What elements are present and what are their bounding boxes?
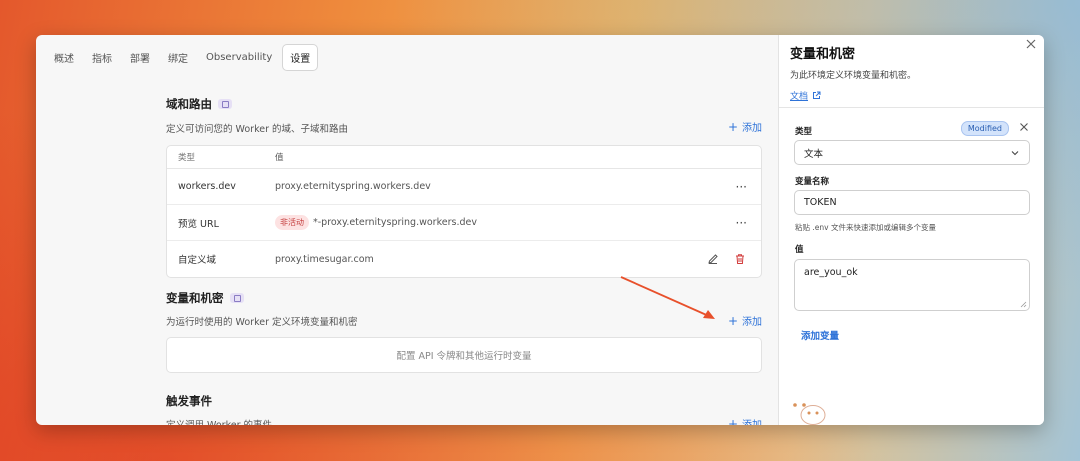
- route-type: 预览 URL: [178, 218, 219, 230]
- variable-name-input[interactable]: TOKEN: [794, 190, 1030, 215]
- app-window: 概述 指标 部署 绑定 Observability 设置 域和路由 定义可访问您…: [36, 35, 1044, 425]
- tab-overview[interactable]: 概述: [46, 44, 82, 71]
- docs-badge-icon[interactable]: [218, 99, 232, 109]
- routes-description: 定义可访问您的 Worker 的域、子域和路由: [166, 124, 349, 135]
- column-header-type: 类型: [178, 153, 196, 163]
- triggers-section-title: 触发事件: [166, 393, 212, 409]
- route-value: proxy.timesugar.com: [275, 253, 374, 265]
- tab-metrics[interactable]: 指标: [84, 44, 120, 71]
- type-select-value: 文本: [804, 148, 824, 160]
- modified-badge: Modified: [960, 121, 1009, 136]
- route-value: proxy.eternityspring.workers.dev: [275, 181, 431, 192]
- wechat-logo-icon: [786, 397, 826, 425]
- tab-settings[interactable]: 设置: [282, 44, 319, 71]
- value-label: 值: [795, 245, 804, 255]
- close-icon[interactable]: [1024, 37, 1038, 51]
- triggers-description: 定义调用 Worker 的事件: [166, 417, 272, 425]
- resize-grip-icon[interactable]: [1020, 301, 1027, 308]
- docs-link[interactable]: 文档: [790, 89, 1044, 102]
- routes-section-title: 域和路由: [166, 96, 232, 112]
- annotation-arrow: [620, 276, 715, 319]
- panel-title: 变量和机密: [790, 47, 856, 62]
- watermark-text: 公众号 · 阿皓AI: [836, 401, 989, 426]
- column-header-value: 值: [275, 153, 284, 163]
- routes-table: 类型 值 workers.dev proxy.eternityspring.wo…: [166, 145, 762, 278]
- variables-empty-state: 配置 API 令牌和其他运行时变量: [166, 337, 762, 373]
- triggers-title-text: 触发事件: [166, 394, 212, 408]
- delete-trash-icon[interactable]: [733, 252, 747, 266]
- variable-name-label: 变量名称: [795, 177, 830, 187]
- add-route-button[interactable]: + 添加: [727, 119, 762, 135]
- add-trigger-button[interactable]: + 添加: [727, 416, 762, 426]
- type-label: 类型: [795, 127, 813, 137]
- reset-close-icon[interactable]: [1018, 121, 1030, 133]
- route-value: *-proxy.eternityspring.workers.dev: [313, 217, 477, 228]
- add-variable-link[interactable]: 添加变量: [801, 328, 839, 342]
- panel-subtitle: 为此环境定义环境变量和机密。: [790, 71, 917, 81]
- tab-bindings[interactable]: 绑定: [160, 44, 196, 71]
- tab-bar: 概述 指标 部署 绑定 Observability 设置: [46, 44, 319, 71]
- panel-header: 变量和机密 为此环境定义环境变量和机密。 文档: [779, 35, 1044, 108]
- env-file-hint: 粘贴 .env 文件来快速添加或编辑多个变量: [795, 223, 936, 232]
- variables-title-text: 变量和机密: [166, 291, 224, 305]
- route-type: workers.dev: [178, 181, 236, 192]
- table-row: workers.dev proxy.eternityspring.workers…: [167, 169, 761, 205]
- more-options-icon[interactable]: ···: [736, 216, 747, 230]
- plus-icon: +: [727, 313, 738, 328]
- plus-icon: +: [727, 416, 738, 426]
- external-link-icon: [813, 91, 821, 99]
- add-variable-label: 添加: [742, 317, 762, 328]
- variables-side-panel: 变量和机密 为此环境定义环境变量和机密。 文档 类型 Modified 文本 变…: [778, 35, 1044, 425]
- variables-section-title: 变量和机密: [166, 290, 244, 306]
- type-select[interactable]: 文本: [794, 140, 1030, 165]
- chevron-down-icon: [1011, 151, 1019, 156]
- table-row: 预览 URL 非活动 *-proxy.eternityspring.worker…: [167, 205, 761, 241]
- edit-pencil-icon[interactable]: [706, 252, 720, 266]
- add-trigger-label: 添加: [742, 416, 762, 425]
- table-header: 类型 值: [167, 146, 761, 169]
- add-variable-button[interactable]: + 添加: [727, 313, 762, 329]
- plus-icon: +: [727, 119, 738, 134]
- watermark: 公众号 · 阿皓AI: [784, 395, 989, 427]
- variable-value-text: are_you_ok: [804, 267, 858, 278]
- docs-badge-icon[interactable]: [229, 293, 244, 303]
- more-options-icon[interactable]: ···: [736, 180, 747, 194]
- variables-description: 为运行时使用的 Worker 定义环境变量和机密: [166, 317, 358, 328]
- docs-link-label: 文档: [790, 92, 809, 102]
- add-route-label: 添加: [742, 123, 762, 134]
- variable-value-textarea[interactable]: are_you_ok: [794, 259, 1030, 311]
- status-badge: 非活动: [275, 215, 309, 230]
- route-type: 自定义域: [178, 255, 217, 266]
- tab-observability[interactable]: Observability: [198, 46, 280, 69]
- routes-title-text: 域和路由: [166, 97, 212, 111]
- tab-deployments[interactable]: 部署: [122, 44, 158, 71]
